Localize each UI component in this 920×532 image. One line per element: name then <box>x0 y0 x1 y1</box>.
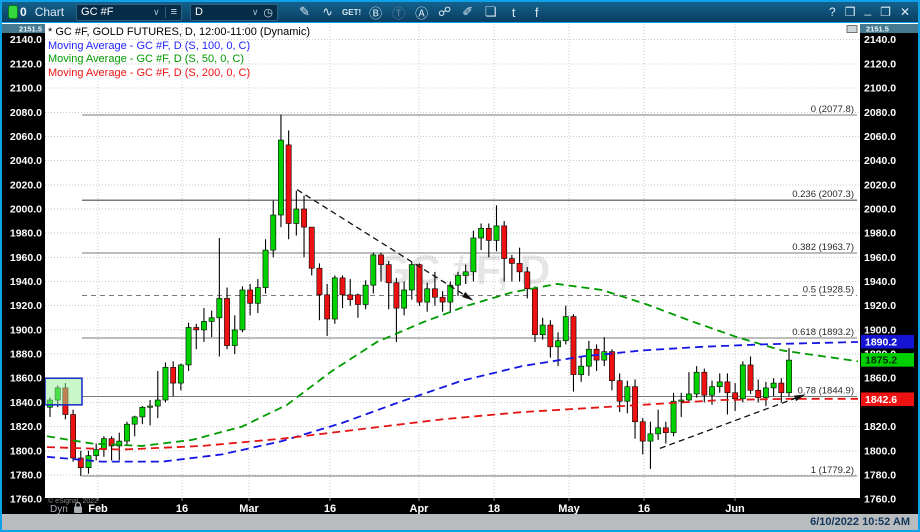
note-icon[interactable]: ✐ <box>459 4 476 20</box>
titlebar: 0 Chart GC #F ∨ ≡ D ∨ ◷ ✎ ∿ GET! Ⓑ Ⓣ Ⓐ ☍ ✐ ❏ tf ?… <box>2 2 918 23</box>
svg-text:0.382 (1963.7): 0.382 (1963.7) <box>792 242 854 253</box>
symbol-input[interactable]: GC #F ∨ ≡ <box>76 4 182 21</box>
restore-button[interactable]: ❐ <box>880 5 891 19</box>
pencil-icon[interactable]: ✎ <box>296 4 313 20</box>
svg-text:1920.0: 1920.0 <box>10 300 42 312</box>
svg-text:2100.0: 2100.0 <box>864 83 896 95</box>
interval-input[interactable]: D ∨ ◷ <box>190 4 278 21</box>
window-number: 0 <box>20 5 27 19</box>
chevron-down-icon[interactable]: ∨ <box>153 7 160 18</box>
svg-text:2140.0: 2140.0 <box>10 34 42 46</box>
svg-text:2040.0: 2040.0 <box>864 155 896 167</box>
svg-text:1860.0: 1860.0 <box>864 373 896 385</box>
chart-app-window: GC #F, D0 (2077.8)0.236 (2007.3)0.382 (1… <box>0 0 920 532</box>
svg-text:1 (1779.2): 1 (1779.2) <box>811 465 854 476</box>
symbol-value: GC #F <box>81 6 113 18</box>
svg-text:2151.5: 2151.5 <box>19 25 42 34</box>
svg-text:2120.0: 2120.0 <box>10 58 42 70</box>
chat-icon[interactable]: ❏ <box>482 4 499 20</box>
svg-text:1960.0: 1960.0 <box>864 252 896 264</box>
clock-icon[interactable]: ◷ <box>263 6 273 19</box>
status-datetime: 6/10/2022 10:52 AM <box>810 516 910 528</box>
price-chart-canvas[interactable]: GC #F, D0 (2077.8)0.236 (2007.3)0.382 (1… <box>2 2 920 532</box>
svg-text:0.618 (1893.2): 0.618 (1893.2) <box>792 327 854 338</box>
svg-text:1820.0: 1820.0 <box>10 421 42 433</box>
svg-text:2000.0: 2000.0 <box>10 203 42 215</box>
chart-legend: * GC #F, GOLD FUTURES, D, 12:00-11:00 (D… <box>48 26 310 80</box>
svg-text:1800.0: 1800.0 <box>10 445 42 457</box>
get-quote-icon[interactable]: GET! <box>342 8 361 17</box>
svg-text:1875.2: 1875.2 <box>865 355 897 367</box>
symbol-menu-icon[interactable]: ≡ <box>171 6 177 18</box>
svg-text:2080.0: 2080.0 <box>10 107 42 119</box>
svg-text:2080.0: 2080.0 <box>864 107 896 119</box>
legend-line-ma100: Moving Average - GC #F, D (S, 100, 0, C) <box>48 40 310 54</box>
legend-line-symbol: * GC #F, GOLD FUTURES, D, 12:00-11:00 (D… <box>48 26 310 40</box>
divider <box>165 7 166 18</box>
t-circle-icon[interactable]: Ⓣ <box>390 3 407 22</box>
toolbar-icons: ✎ ∿ GET! Ⓑ Ⓣ Ⓐ ☍ ✐ ❏ tf <box>296 3 545 22</box>
window-controls: ? ❒ _ ❐ ✕ <box>829 5 910 19</box>
svg-text:1940.0: 1940.0 <box>864 276 896 288</box>
minimize-button[interactable]: _ <box>864 2 871 16</box>
svg-text:1780.0: 1780.0 <box>10 469 42 481</box>
b-circle-icon[interactable]: Ⓑ <box>367 3 384 22</box>
copyright-label: © eSignal, 2022 <box>48 497 98 505</box>
svg-text:2000.0: 2000.0 <box>864 203 896 215</box>
svg-text:2140.0: 2140.0 <box>864 34 896 46</box>
svg-text:1860.0: 1860.0 <box>10 373 42 385</box>
svg-text:0 (2077.8): 0 (2077.8) <box>811 104 854 115</box>
svg-text:0.236 (2007.3): 0.236 (2007.3) <box>792 189 854 200</box>
mini-window-icon <box>847 26 857 33</box>
status-bar: 6/10/2022 10:52 AM <box>2 514 918 530</box>
svg-text:1900.0: 1900.0 <box>864 324 896 336</box>
svg-text:2151.5: 2151.5 <box>866 25 889 34</box>
legend-line-ma200: Moving Average - GC #F, D (S, 200, 0, C) <box>48 67 310 81</box>
svg-text:2060.0: 2060.0 <box>864 131 896 143</box>
a-circle-icon[interactable]: Ⓐ <box>413 3 430 22</box>
svg-text:2020.0: 2020.0 <box>10 179 42 191</box>
svg-text:1890.2: 1890.2 <box>865 337 897 349</box>
svg-text:1980.0: 1980.0 <box>10 228 42 240</box>
close-button[interactable]: ✕ <box>900 5 910 19</box>
svg-text:1960.0: 1960.0 <box>10 252 42 264</box>
svg-text:1840.0: 1840.0 <box>10 397 42 409</box>
twitter-icon[interactable]: t <box>505 5 522 20</box>
share-icon[interactable]: f <box>528 5 545 20</box>
svg-text:2040.0: 2040.0 <box>10 155 42 167</box>
svg-text:0.5 (1928.5): 0.5 (1928.5) <box>803 284 854 295</box>
link-icon[interactable]: ☍ <box>436 4 453 20</box>
svg-text:1780.0: 1780.0 <box>864 469 896 481</box>
svg-text:1880.0: 1880.0 <box>10 349 42 361</box>
svg-text:0.78 (1844.9): 0.78 (1844.9) <box>797 385 854 396</box>
svg-text:1920.0: 1920.0 <box>864 300 896 312</box>
svg-text:2020.0: 2020.0 <box>864 179 896 191</box>
svg-text:1760.0: 1760.0 <box>10 494 42 506</box>
legend-line-ma50: Moving Average - GC #F, D (S, 50, 0, C) <box>48 53 310 67</box>
window-status-icon <box>8 5 18 19</box>
interval-value: D <box>195 6 203 18</box>
svg-text:2060.0: 2060.0 <box>10 131 42 143</box>
svg-text:1940.0: 1940.0 <box>10 276 42 288</box>
chevron-down-icon[interactable]: ∨ <box>252 7 259 18</box>
svg-text:1900.0: 1900.0 <box>10 324 42 336</box>
svg-text:2120.0: 2120.0 <box>864 58 896 70</box>
svg-text:1800.0: 1800.0 <box>864 445 896 457</box>
help-button[interactable]: ? <box>829 5 836 19</box>
zone-box-annotation <box>45 378 82 405</box>
svg-text:1760.0: 1760.0 <box>864 494 896 506</box>
svg-text:2100.0: 2100.0 <box>10 83 42 95</box>
svg-text:1980.0: 1980.0 <box>864 228 896 240</box>
svg-text:1820.0: 1820.0 <box>864 421 896 433</box>
window-title: Chart <box>35 5 64 19</box>
studies-wave-icon[interactable]: ∿ <box>319 4 336 20</box>
panel-button[interactable]: ❒ <box>845 5 856 19</box>
svg-text:1842.6: 1842.6 <box>865 394 897 406</box>
